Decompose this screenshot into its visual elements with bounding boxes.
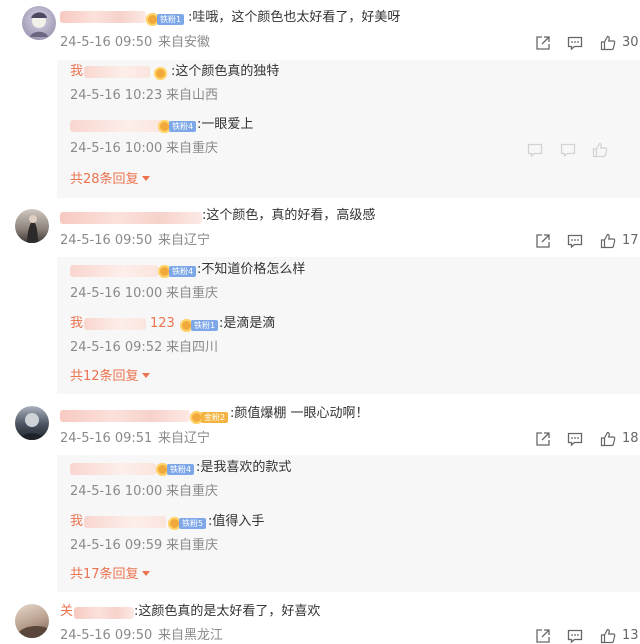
more-replies-link[interactable]: 共12条回复 — [70, 369, 150, 385]
comment-location: 来自辽宁 — [158, 233, 211, 248]
reply-location: 来自四川 — [166, 340, 219, 355]
reply-text: :这个颜色真的独特 — [171, 64, 280, 79]
avatar[interactable] — [22, 6, 56, 40]
reply-time: 24-5-16 10:00 — [70, 286, 163, 301]
reply-username-prefix[interactable]: 我 — [70, 64, 83, 80]
share-icon[interactable] — [535, 35, 551, 51]
caret-down-icon — [141, 176, 150, 181]
comment-time: 24-5-16 09:50 — [60, 35, 153, 50]
username-blurred[interactable] — [70, 265, 158, 277]
caret-down-icon — [141, 571, 150, 576]
comment-icon[interactable] — [567, 35, 583, 51]
like-icon[interactable] — [592, 142, 608, 158]
fan-badge: 铁粉1 — [180, 318, 219, 332]
comment-icon[interactable] — [567, 431, 583, 447]
reply-location: 来自重庆 — [166, 286, 219, 301]
reply-text: :是我喜欢的款式 — [196, 460, 292, 475]
username-blurred[interactable] — [84, 66, 150, 78]
like-count: 13 — [622, 628, 639, 643]
like-icon[interactable] — [600, 233, 616, 249]
comment-text: :颜值爆棚 一眼心动啊！ — [230, 406, 369, 421]
comment-icon[interactable] — [567, 233, 583, 249]
like-count: 18 — [622, 431, 639, 446]
share-icon[interactable] — [535, 233, 551, 249]
comment-icon[interactable] — [560, 142, 576, 158]
reply-text: :值得入手 — [208, 514, 265, 529]
fan-badge: 铁粉4 — [156, 462, 195, 476]
like-icon[interactable] — [600, 628, 616, 644]
reply-text: :一眼爱上 — [197, 117, 254, 132]
fan-badge: 铁粉1 — [146, 12, 185, 26]
avatar[interactable] — [15, 209, 49, 243]
like-icon[interactable] — [600, 35, 616, 51]
reply-time: 24-5-16 10:23 — [70, 88, 163, 103]
comment-location: 来自辽宁 — [158, 431, 211, 446]
username-prefix[interactable]: 关 — [60, 604, 73, 620]
comment-icon[interactable] — [567, 628, 583, 644]
username-blurred[interactable] — [70, 463, 156, 475]
fan-badge: 金粉2 — [190, 410, 229, 424]
username-blurred[interactable] — [60, 212, 202, 224]
comment-location: 来自黑龙江 — [158, 628, 224, 643]
more-replies-link[interactable]: 共28条回复 — [70, 172, 150, 188]
username-blurred[interactable] — [60, 410, 190, 422]
share-icon[interactable] — [535, 431, 551, 447]
username-blurred[interactable] — [74, 607, 134, 619]
comment-text: :这个颜色，真的好看，高级感 — [202, 208, 376, 223]
comment-text: :哇哦，这个颜色也太好看了，好美呀 — [188, 10, 401, 25]
fan-badge: 铁粉4 — [158, 119, 197, 133]
comment-location: 来自安徽 — [158, 35, 211, 50]
avatar[interactable] — [15, 406, 49, 440]
reply-time: 24-5-16 09:52 — [70, 340, 163, 355]
comment-icon[interactable] — [527, 142, 543, 158]
caret-down-icon — [141, 373, 150, 378]
username-blurred[interactable] — [84, 318, 146, 330]
username-blurred[interactable] — [60, 11, 146, 23]
comment-time: 24-5-16 09:50 — [60, 628, 153, 643]
reply-text: :是滴是滴 — [219, 316, 276, 331]
like-count: 17 — [622, 233, 639, 248]
reply-location: 来自重庆 — [166, 484, 219, 499]
fan-badge — [154, 66, 167, 80]
reply-username-prefix[interactable]: 我 — [70, 514, 83, 530]
more-replies-link[interactable]: 共17条回复 — [70, 567, 150, 583]
comment-text: :这颜色真的是太好看了，好喜欢 — [134, 604, 321, 619]
avatar[interactable] — [15, 604, 49, 638]
comment-time: 24-5-16 09:50 — [60, 233, 153, 248]
reply-time: 24-5-16 10:00 — [70, 484, 163, 499]
reply-text: :不知道价格怎么样 — [197, 262, 306, 277]
like-count: 30 — [622, 35, 639, 50]
reply-location: 来自山西 — [166, 88, 219, 103]
fan-badge: 铁粉4 — [158, 264, 197, 278]
crown-icon — [154, 66, 167, 80]
like-icon[interactable] — [600, 431, 616, 447]
reply-username-suffix[interactable]: 123 — [150, 316, 175, 332]
username-blurred[interactable] — [84, 516, 166, 528]
comment-time: 24-5-16 09:51 — [60, 431, 153, 446]
fan-badge: 铁粉5 — [168, 516, 207, 530]
username-blurred[interactable] — [70, 120, 166, 132]
reply-location: 来自重庆 — [166, 141, 219, 156]
reply-location: 来自重庆 — [166, 538, 219, 553]
reply-username-prefix[interactable]: 我 — [70, 316, 83, 332]
reply-time: 24-5-16 10:00 — [70, 141, 163, 156]
share-icon[interactable] — [535, 628, 551, 644]
reply-time: 24-5-16 09:59 — [70, 538, 163, 553]
